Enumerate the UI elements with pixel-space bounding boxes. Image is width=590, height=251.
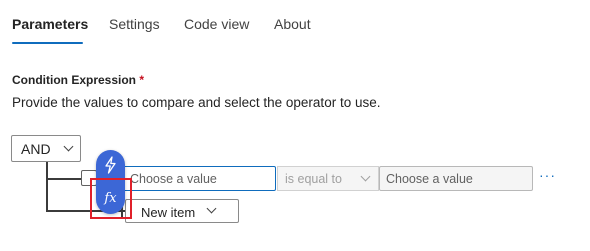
tab-code-view[interactable]: Code view — [184, 16, 249, 32]
left-value-input[interactable] — [123, 166, 276, 191]
highlight-box — [90, 178, 132, 219]
new-item-label: New item — [141, 205, 196, 220]
tree-connector-row — [46, 178, 82, 180]
tab-settings[interactable]: Settings — [109, 16, 160, 32]
tab-parameters[interactable]: Parameters — [12, 16, 88, 32]
tree-connector-vertical — [46, 162, 48, 211]
group-operator-value: AND — [21, 141, 51, 157]
chevron-down-icon — [206, 203, 217, 214]
group-operator-dropdown[interactable]: AND — [11, 135, 81, 162]
comparison-operator-value: is equal to — [285, 172, 342, 186]
chevron-down-icon — [63, 141, 74, 152]
condition-expression-label: Condition Expression * — [12, 73, 144, 87]
condition-expression-label-text: Condition Expression — [12, 73, 137, 87]
new-item-dropdown[interactable]: New item — [125, 199, 239, 223]
lightning-icon — [105, 156, 116, 174]
dynamic-content-button[interactable] — [96, 150, 125, 180]
tab-bar: Parameters Settings Code view About — [0, 0, 590, 46]
active-tab-indicator — [12, 42, 83, 44]
required-marker: * — [139, 73, 145, 87]
right-value-input[interactable] — [379, 166, 533, 191]
tab-about[interactable]: About — [274, 16, 311, 32]
chevron-down-icon — [360, 171, 371, 182]
comparison-operator-dropdown[interactable]: is equal to — [277, 166, 379, 191]
condition-description: Provide the values to compare and select… — [12, 95, 381, 110]
more-options-button[interactable]: ··· — [539, 168, 557, 188]
